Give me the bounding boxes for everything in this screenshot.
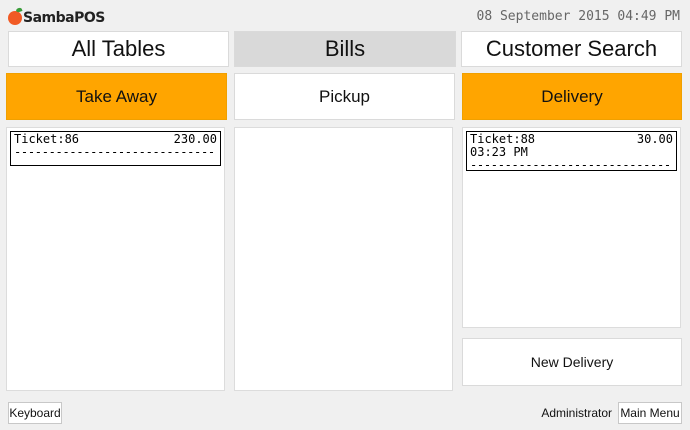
pickup-ticket-list bbox=[234, 127, 453, 391]
take-away-ticket-list: Ticket:86 230.00 -----------------------… bbox=[6, 127, 225, 391]
delivery-button[interactable]: Delivery bbox=[462, 73, 682, 120]
pickup-button[interactable]: Pickup bbox=[234, 73, 455, 120]
new-delivery-button[interactable]: New Delivery bbox=[462, 338, 682, 386]
tab-bills[interactable]: Bills bbox=[234, 31, 456, 67]
ticket-88[interactable]: Ticket:88 30.00 03:23 PM ---------------… bbox=[466, 131, 677, 171]
keyboard-button[interactable]: Keyboard bbox=[8, 402, 62, 424]
main-menu-button[interactable]: Main Menu bbox=[618, 402, 682, 424]
logo-text: SambaPOS bbox=[23, 10, 105, 26]
delivery-ticket-list: Ticket:88 30.00 03:23 PM ---------------… bbox=[462, 127, 681, 328]
ticket-86[interactable]: Ticket:86 230.00 -----------------------… bbox=[10, 131, 221, 166]
datetime-display: 08 September 2015 04:49 PM bbox=[476, 9, 681, 24]
tab-all-tables[interactable]: All Tables bbox=[8, 31, 229, 67]
app-logo: SambaPOS bbox=[8, 8, 105, 28]
ticket-amount: 230.00 bbox=[173, 132, 217, 146]
ticket-divider: ----------------------------- bbox=[470, 159, 671, 171]
user-name: Administrator bbox=[541, 406, 612, 420]
tomato-logo-icon bbox=[8, 11, 22, 25]
ticket-divider: ----------------------------- bbox=[14, 146, 215, 159]
ticket-time: 03:23 PM bbox=[470, 145, 528, 159]
take-away-button[interactable]: Take Away bbox=[6, 73, 227, 120]
ticket-title: Ticket:86 bbox=[14, 132, 80, 146]
ticket-amount: 30.00 bbox=[636, 132, 673, 146]
tab-customer-search[interactable]: Customer Search bbox=[461, 31, 682, 67]
